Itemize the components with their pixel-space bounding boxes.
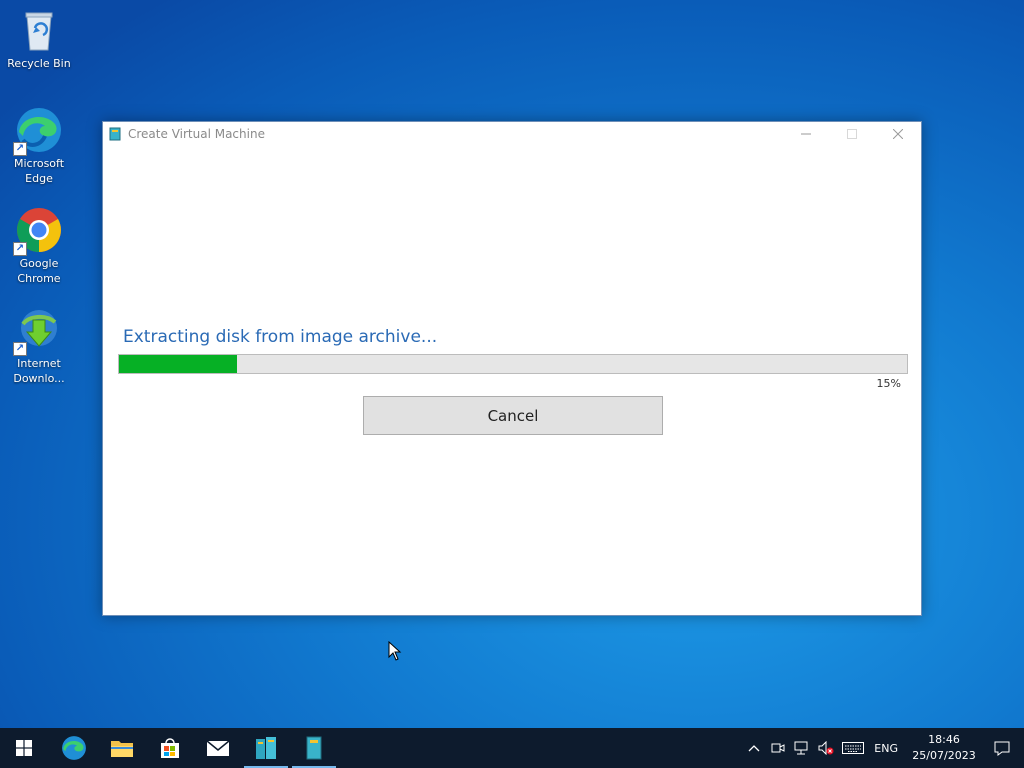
create-vm-window: Create Virtual Machine Extracting disk f… <box>102 121 922 616</box>
taskbar-create-vm[interactable] <box>290 728 338 768</box>
taskbar-edge[interactable] <box>50 728 98 768</box>
show-hidden-icons-button[interactable] <box>742 728 766 768</box>
minimize-icon <box>801 133 811 135</box>
edge-icon <box>62 736 86 760</box>
title-bar[interactable]: Create Virtual Machine <box>103 122 921 146</box>
folder-icon <box>111 741 133 757</box>
progress-fill <box>119 355 238 373</box>
network-icon <box>794 741 808 755</box>
clock-date: 25/07/2023 <box>912 749 976 762</box>
recycle-bin-icon <box>15 6 63 54</box>
progress-bar <box>118 354 908 374</box>
status-message: Extracting disk from image archive... <box>123 327 438 347</box>
progress-percent: 15% <box>876 377 901 390</box>
windows-start-icon <box>16 740 32 756</box>
start-button[interactable] <box>0 728 48 768</box>
system-tray: ENG 18:46 25/07/2023 <box>742 728 1024 768</box>
minimize-button[interactable] <box>783 122 829 146</box>
taskbar-store[interactable] <box>146 728 194 768</box>
desktop-icon-recycle-bin[interactable]: Recycle Bin <box>4 6 74 71</box>
shortcut-arrow-icon: ↗ <box>13 342 27 356</box>
maximize-icon <box>847 129 857 139</box>
desktop-icon-label: Internet Downlo... <box>13 357 65 385</box>
shortcut-arrow-icon: ↗ <box>13 242 27 256</box>
shortcut-arrow-icon: ↗ <box>13 142 27 156</box>
close-button[interactable] <box>875 122 921 146</box>
chevron-up-icon <box>748 745 760 752</box>
taskbar-file-explorer[interactable] <box>98 728 146 768</box>
desktop-icon-label: Recycle Bin <box>7 57 71 70</box>
vm-manager-icon <box>256 737 276 759</box>
chrome-icon: ↗ <box>13 206 63 256</box>
desktop-icon-label: Microsoft Edge <box>13 157 65 185</box>
action-center-button[interactable] <box>980 728 1024 768</box>
taskbar-mail[interactable] <box>194 728 242 768</box>
desktop-icon-internet-download-manager[interactable]: ↗ Internet Downlo... <box>4 306 74 386</box>
clock-time: 18:46 <box>928 733 960 746</box>
cancel-button[interactable]: Cancel <box>363 396 663 435</box>
taskbar-vm-manager[interactable] <box>242 728 290 768</box>
volume-button[interactable] <box>814 728 838 768</box>
notification-icon <box>994 741 1010 756</box>
desktop-icon-label: Google Chrome <box>17 257 61 285</box>
desktop-icon-microsoft-edge[interactable]: ↗ Microsoft Edge <box>4 106 74 186</box>
create-vm-icon <box>306 736 322 760</box>
vm-app-icon <box>109 127 121 141</box>
mail-icon <box>206 740 230 756</box>
window-title: Create Virtual Machine <box>128 127 265 141</box>
taskbar: ENG 18:46 25/07/2023 <box>0 728 1024 768</box>
internet-download-manager-icon: ↗ <box>13 306 63 356</box>
touch-keyboard-button[interactable] <box>838 728 868 768</box>
edge-icon: ↗ <box>13 106 63 156</box>
clock[interactable]: 18:46 25/07/2023 <box>908 732 980 764</box>
input-language[interactable]: ENG <box>868 742 908 755</box>
volume-muted-icon <box>818 741 834 755</box>
close-icon <box>893 129 903 139</box>
network-button[interactable] <box>790 728 814 768</box>
store-icon <box>161 738 179 758</box>
maximize-button[interactable] <box>829 122 875 146</box>
keyboard-icon <box>842 742 865 754</box>
desktop-icon-google-chrome[interactable]: ↗ Google Chrome <box>4 206 74 286</box>
mouse-cursor-icon <box>388 641 402 661</box>
meet-now-button[interactable] <box>766 728 790 768</box>
camera-icon <box>771 743 785 753</box>
